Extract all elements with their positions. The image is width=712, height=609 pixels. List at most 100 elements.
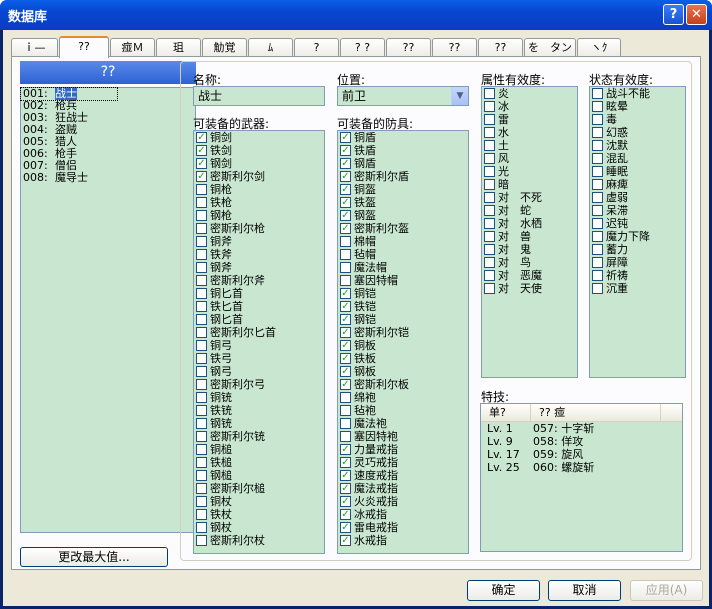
- armor-item[interactable]: 塞因特袍: [338, 430, 468, 443]
- checkbox[interactable]: ✓: [340, 379, 351, 390]
- checkbox[interactable]: ✓: [196, 158, 207, 169]
- weapons-list[interactable]: ✓ 铜剑 ✓ 铁剑 ✓ 钢剑 ✓ 密斯利尔剑 铜枪 铁枪 钢枪 密斯利尔枪 铜斧 铁斧 钢斧 密斯利尔斧 铜匕首…: [193, 130, 325, 554]
- checkbox[interactable]: [196, 353, 207, 364]
- states-item[interactable]: 沉重: [590, 282, 685, 295]
- states-item[interactable]: 屏障: [590, 256, 685, 269]
- checkbox[interactable]: [196, 366, 207, 377]
- checkbox[interactable]: ✓: [340, 496, 351, 507]
- tab-0[interactable]: ｉ—: [11, 38, 58, 57]
- checkbox[interactable]: [196, 457, 207, 468]
- armor-item[interactable]: ✓ 铁铠: [338, 300, 468, 313]
- weapons-item[interactable]: 密斯利尔斧: [194, 274, 324, 287]
- weapons-item[interactable]: 密斯利尔杖: [194, 534, 324, 547]
- checkbox[interactable]: [592, 283, 603, 294]
- attrs-item[interactable]: 水: [482, 126, 577, 139]
- armor-item[interactable]: ✓ 铜盔: [338, 183, 468, 196]
- states-item[interactable]: 虚弱: [590, 191, 685, 204]
- attrs-item[interactable]: 炎: [482, 87, 577, 100]
- checkbox[interactable]: [484, 127, 495, 138]
- checkbox[interactable]: [592, 166, 603, 177]
- checkbox[interactable]: [196, 431, 207, 442]
- weapons-item[interactable]: 密斯利尔枪: [194, 222, 324, 235]
- attrs-item[interactable]: 对 蛇: [482, 204, 577, 217]
- weapons-item[interactable]: 钢枪: [194, 209, 324, 222]
- attrs-item[interactable]: 对 兽: [482, 230, 577, 243]
- attrs-item[interactable]: 风: [482, 152, 577, 165]
- states-item[interactable]: 战斗不能: [590, 87, 685, 100]
- weapons-item[interactable]: 铜杖: [194, 495, 324, 508]
- checkbox[interactable]: [196, 301, 207, 312]
- checkbox[interactable]: [196, 249, 207, 260]
- checkbox[interactable]: [340, 262, 351, 273]
- tab-5[interactable]: ﾑ: [248, 38, 293, 57]
- weapons-item[interactable]: 铁匕首: [194, 300, 324, 313]
- tab-2[interactable]: 痖Ｍ: [110, 38, 155, 57]
- armor-item[interactable]: ✓ 钢板: [338, 365, 468, 378]
- checkbox[interactable]: [196, 418, 207, 429]
- skill-col-skill[interactable]: ?? 痖: [531, 404, 661, 421]
- weapons-item[interactable]: 密斯利尔弓: [194, 378, 324, 391]
- checkbox[interactable]: ✓: [340, 158, 351, 169]
- name-field[interactable]: 战士: [193, 86, 325, 106]
- list-item[interactable]: 008: 魔导士: [21, 172, 195, 184]
- chevron-down-icon[interactable]: ▼: [451, 87, 468, 105]
- tab-11[interactable]: を タン: [524, 38, 576, 57]
- weapons-item[interactable]: 钢槌: [194, 469, 324, 482]
- checkbox[interactable]: ✓: [340, 444, 351, 455]
- weapons-item[interactable]: 铜匕首: [194, 287, 324, 300]
- checkbox[interactable]: ✓: [340, 301, 351, 312]
- checkbox[interactable]: ✓: [340, 171, 351, 182]
- states-item[interactable]: 睡眠: [590, 165, 685, 178]
- armor-item[interactable]: ✓ 密斯利尔板: [338, 378, 468, 391]
- checkbox[interactable]: [592, 153, 603, 164]
- checkbox[interactable]: [592, 257, 603, 268]
- cancel-button[interactable]: 取消: [548, 580, 621, 601]
- ok-button[interactable]: 确定: [467, 580, 540, 601]
- weapons-item[interactable]: ✓ 密斯利尔剑: [194, 170, 324, 183]
- checkbox[interactable]: [196, 496, 207, 507]
- state-list[interactable]: 战斗不能 眩晕毒幻惑 沈默 混乱 睡眠 麻痺 虚弱 呆滞 迟钝 魔力下降 蓄力 屏障 祈祷 沉重: [589, 86, 686, 378]
- checkbox[interactable]: [196, 327, 207, 338]
- weapons-item[interactable]: 铁枪: [194, 196, 324, 209]
- weapons-item[interactable]: 铁弓: [194, 352, 324, 365]
- armor-item[interactable]: ✓ 钢盔: [338, 209, 468, 222]
- checkbox[interactable]: [484, 283, 495, 294]
- weapons-item[interactable]: 铜弓: [194, 339, 324, 352]
- tab-12[interactable]: ヽｸ: [577, 38, 621, 57]
- help-button[interactable]: ?: [663, 4, 684, 25]
- states-item[interactable]: 混乱: [590, 152, 685, 165]
- checkbox[interactable]: [484, 140, 495, 151]
- armor-item[interactable]: ✓ 铁盾: [338, 144, 468, 157]
- checkbox[interactable]: ✓: [340, 184, 351, 195]
- checkbox[interactable]: ✓: [340, 353, 351, 364]
- armor-item[interactable]: ✓ 水戒指: [338, 534, 468, 547]
- checkbox[interactable]: [592, 218, 603, 229]
- checkbox[interactable]: [196, 444, 207, 455]
- weapons-item[interactable]: 铜枪: [194, 183, 324, 196]
- states-item[interactable]: 魔力下降: [590, 230, 685, 243]
- weapons-item[interactable]: 密斯利尔铳: [194, 430, 324, 443]
- skill-row[interactable]: Lv. 17 059: 旋风: [481, 448, 682, 461]
- weapons-item[interactable]: 密斯利尔槌: [194, 482, 324, 495]
- checkbox[interactable]: [196, 184, 207, 195]
- attrs-item[interactable]: 对 鸟: [482, 256, 577, 269]
- armor-item[interactable]: 棉帽: [338, 235, 468, 248]
- states-item[interactable]: 迟钝: [590, 217, 685, 230]
- checkbox[interactable]: [484, 205, 495, 216]
- skill-row[interactable]: Lv. 9 058: 佯攻: [481, 435, 682, 448]
- checkbox[interactable]: [592, 127, 603, 138]
- armor-item[interactable]: 绵袍: [338, 391, 468, 404]
- attrs-item[interactable]: 对 不死: [482, 191, 577, 204]
- weapons-item[interactable]: 铁铳: [194, 404, 324, 417]
- checkbox[interactable]: [484, 101, 495, 112]
- checkbox[interactable]: ✓: [340, 340, 351, 351]
- skill-row[interactable]: Lv. 25 060: 螺旋斩: [481, 461, 682, 474]
- weapons-item[interactable]: 钢弓: [194, 365, 324, 378]
- attrs-item[interactable]: 对 天使: [482, 282, 577, 295]
- checkbox[interactable]: [196, 392, 207, 403]
- checkbox[interactable]: [196, 483, 207, 494]
- skill-col-level[interactable]: 单?: [481, 404, 531, 421]
- armor-item[interactable]: ✓ 密斯利尔盔: [338, 222, 468, 235]
- checkbox[interactable]: ✓: [340, 509, 351, 520]
- checkbox[interactable]: ✓: [340, 132, 351, 143]
